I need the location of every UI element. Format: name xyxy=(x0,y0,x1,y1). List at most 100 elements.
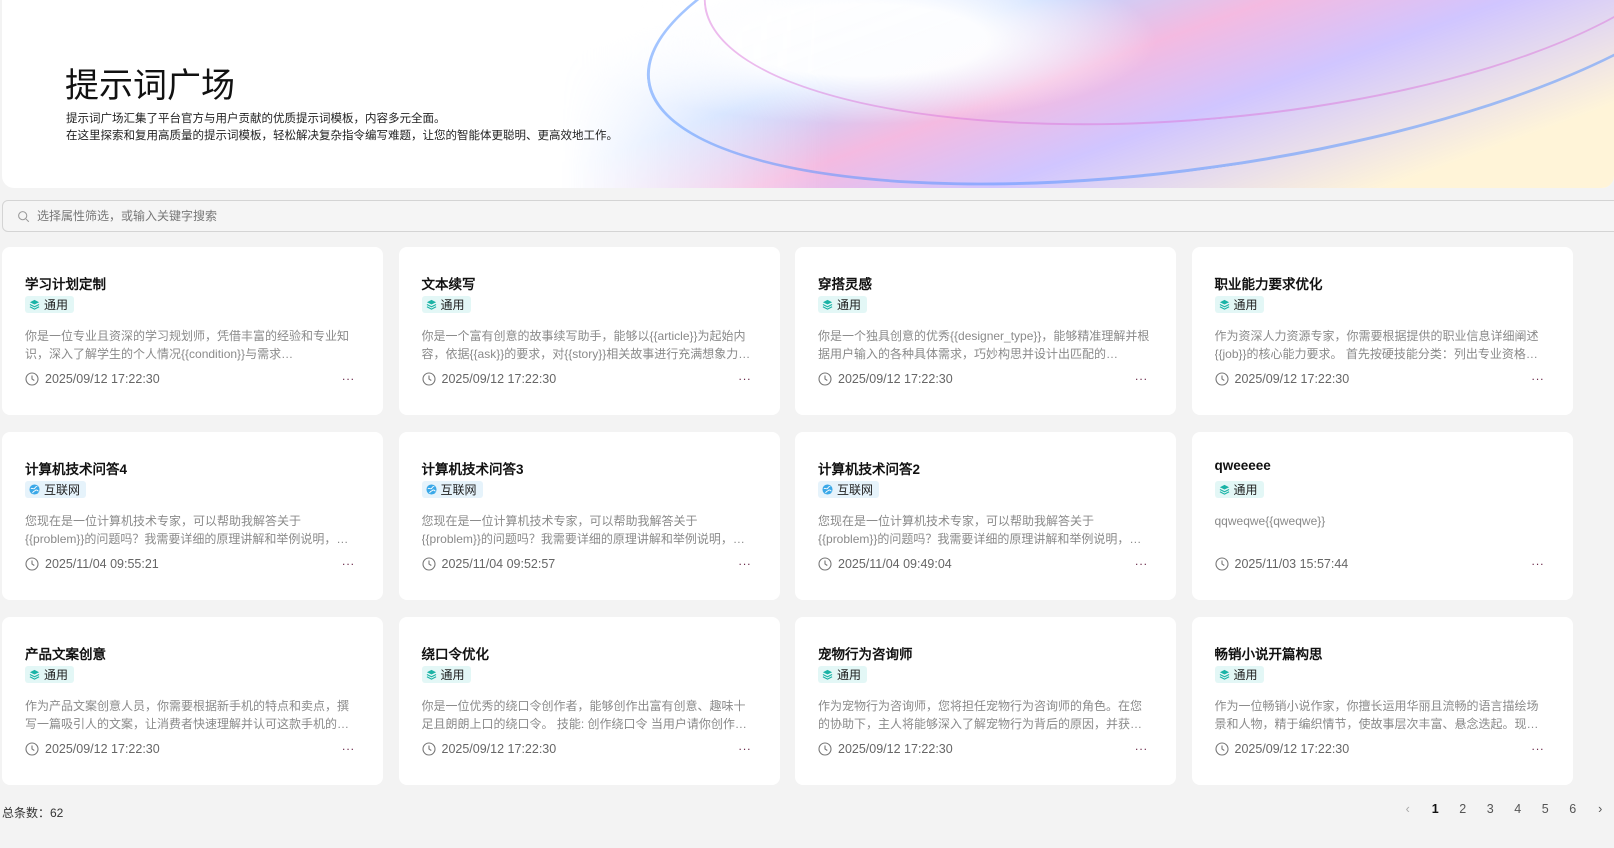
search-input[interactable] xyxy=(37,209,637,223)
timestamp-text: 2025/11/03 15:57:44 xyxy=(1234,557,1349,571)
category-badge: 通用 xyxy=(421,666,471,683)
hero-banner: 提示词广场 提示词广场汇集了平台官方与用户贡献的优质提示词模板，内容多元全面。 … xyxy=(2,0,1614,188)
prev-page-button[interactable]: ‹ xyxy=(1394,802,1422,816)
card-title: 计算机技术问答4 xyxy=(25,462,128,477)
prompt-card-grid: 学习计划定制 通用 你是一位专业且资深的学习规划师，凭借丰富的经验和专业知识，深… xyxy=(2,247,1573,785)
layers-icon xyxy=(29,669,40,680)
more-options-button[interactable]: ... xyxy=(738,739,751,753)
card-description: 作为一位畅销小说作家，你擅长运用华丽且流畅的语言描绘场景和人物，精于编织情节，使… xyxy=(1214,699,1539,731)
category-label: 通用 xyxy=(440,668,465,682)
category-label: 通用 xyxy=(1233,668,1258,682)
card-title: 宠物行为咨询师 xyxy=(818,647,913,662)
category-label: 通用 xyxy=(440,298,465,312)
category-label: 通用 xyxy=(1233,483,1258,497)
page-description: 提示词广场汇集了平台官方与用户贡献的优质提示词模板，内容多元全面。 在这里探索和… xyxy=(66,111,618,145)
layers-icon xyxy=(822,299,833,310)
clock-icon xyxy=(818,372,832,386)
card-title: 穿搭灵感 xyxy=(818,277,872,292)
more-options-button[interactable]: ... xyxy=(1135,554,1148,568)
page-1-button[interactable]: 1 xyxy=(1422,802,1450,816)
clock-icon xyxy=(25,372,39,386)
layers-icon xyxy=(1219,669,1229,680)
page-4-button[interactable]: 4 xyxy=(1504,802,1532,816)
more-options-button[interactable]: ... xyxy=(342,739,355,753)
more-options-button[interactable]: ... xyxy=(1135,739,1148,753)
layers-icon xyxy=(1219,484,1229,495)
card-timestamp: 2025/09/12 17:22:30 xyxy=(1214,742,1350,756)
category-badge: 通用 xyxy=(1214,666,1264,683)
card-timestamp: 2025/09/12 17:22:30 xyxy=(1214,372,1349,386)
card-description: 你是一个富有创意的故事续写助手，能够以{{article}}为起始内容，依据{{… xyxy=(421,329,751,361)
card-description: 您现在是一位计算机技术专家，可以帮助我解答关于{{problem}}的问题吗？我… xyxy=(818,514,1142,546)
layers-icon xyxy=(426,669,436,680)
card-title: 绕口令优化 xyxy=(421,647,490,662)
more-options-button[interactable]: ... xyxy=(342,369,355,383)
page-6-button[interactable]: 6 xyxy=(1559,802,1587,816)
card-description: 你是一位专业且资深的学习规划师，凭借丰富的经验和专业知识，深入了解学生的个人情况… xyxy=(25,329,350,361)
category-label: 通用 xyxy=(1233,298,1258,312)
more-options-button[interactable]: ... xyxy=(1531,739,1544,753)
clock-icon xyxy=(1214,372,1229,386)
prompt-card[interactable]: 计算机技术问答2 互联网 您现在是一位计算机技术专家，可以帮助我解答关于{{pr… xyxy=(795,432,1176,600)
more-options-button[interactable]: ... xyxy=(1135,369,1148,383)
layers-icon xyxy=(426,299,436,310)
clock-icon xyxy=(25,557,39,571)
page-3-button[interactable]: 3 xyxy=(1477,802,1505,816)
card-title: 文本续写 xyxy=(421,277,476,292)
search-bar[interactable] xyxy=(2,200,1614,232)
category-label: 通用 xyxy=(44,298,69,312)
description-line: 在这里探索和复用高质量的提示词模板，轻松解决复杂指令编写难题，让您的智能体更聪明… xyxy=(66,130,618,142)
timestamp-text: 2025/09/12 17:22:30 xyxy=(45,372,160,386)
card-timestamp: 2025/09/12 17:22:30 xyxy=(818,372,953,386)
card-timestamp: 2025/09/12 17:22:30 xyxy=(421,372,556,386)
clock-icon xyxy=(1214,742,1229,756)
card-title: 产品文案创意 xyxy=(25,647,106,662)
total-count: 总条数：62 xyxy=(2,806,64,820)
card-description: qqweqwe{{qweqwe}} xyxy=(1214,514,1326,528)
prompt-card[interactable]: 计算机技术问答3 互联网 您现在是一位计算机技术专家，可以帮助我解答关于{{pr… xyxy=(398,432,780,600)
page-2-button[interactable]: 2 xyxy=(1449,802,1477,816)
timestamp-text: 2025/09/12 17:22:30 xyxy=(838,742,953,756)
next-page-button[interactable]: › xyxy=(1587,802,1614,816)
category-label: 互联网 xyxy=(440,483,477,497)
card-timestamp: 2025/11/04 09:55:21 xyxy=(25,557,159,571)
more-options-button[interactable]: ... xyxy=(738,369,751,383)
category-label: 通用 xyxy=(837,668,862,682)
layers-icon xyxy=(822,669,833,680)
card-title: 畅销小说开篇构思 xyxy=(1214,647,1323,662)
prompt-card[interactable]: 文本续写 通用 你是一个富有创意的故事续写助手，能够以{{article}}为起… xyxy=(398,247,780,415)
more-options-button[interactable]: ... xyxy=(1531,369,1544,383)
card-title: 计算机技术问答2 xyxy=(818,462,921,477)
prompt-card[interactable]: 绕口令优化 通用 你是一位优秀的绕口令创作者，能够创作出富有创意、趣味十足且朗朗… xyxy=(398,617,780,785)
clock-icon xyxy=(421,742,436,756)
prompt-card[interactable]: 畅销小说开篇构思 通用 作为一位畅销小说作家，你擅长运用华丽且流畅的语言描绘场景… xyxy=(1191,617,1573,785)
card-title: 学习计划定制 xyxy=(25,277,106,292)
prompt-card[interactable]: 职业能力要求优化 通用 作为资深人力资源专家，你需要根据提供的职业信息详细阐述{… xyxy=(1191,247,1573,415)
layers-icon xyxy=(1219,299,1229,310)
prompt-card[interactable]: 穿搭灵感 通用 你是一个独具创意的优秀{{designer_type}}，能够精… xyxy=(795,247,1176,415)
globe-icon xyxy=(822,484,833,495)
prompt-card[interactable]: 产品文案创意 通用 作为产品文案创意人员，你需要根据新手机的特点和卖点，撰写一篇… xyxy=(2,617,383,785)
clock-icon xyxy=(25,742,39,756)
prompt-card[interactable]: 学习计划定制 通用 你是一位专业且资深的学习规划师，凭借丰富的经验和专业知识，深… xyxy=(2,247,383,415)
page-title: 提示词广场 xyxy=(65,67,235,105)
layers-icon xyxy=(29,299,40,310)
card-title: qweeeee xyxy=(1214,458,1271,473)
card-timestamp: 2025/09/12 17:22:30 xyxy=(818,742,953,756)
card-description: 您现在是一位计算机技术专家，可以帮助我解答关于{{problem}}的问题吗？我… xyxy=(25,514,349,546)
category-badge: 通用 xyxy=(25,666,75,683)
timestamp-text: 2025/11/04 09:49:04 xyxy=(838,557,952,571)
timestamp-text: 2025/09/12 17:22:30 xyxy=(441,742,557,756)
more-options-button[interactable]: ... xyxy=(738,554,751,568)
prompt-card[interactable]: 宠物行为咨询师 通用 作为宠物行为咨询师，您将担任宠物行为咨询师的角色。在您的协… xyxy=(795,617,1176,785)
timestamp-text: 2025/09/12 17:22:30 xyxy=(45,742,160,756)
clock-icon xyxy=(421,557,436,571)
card-timestamp: 2025/11/04 09:49:04 xyxy=(818,557,952,571)
category-label: 互联网 xyxy=(837,483,874,497)
more-options-button[interactable]: ... xyxy=(342,554,355,568)
more-options-button[interactable]: ... xyxy=(1531,554,1544,568)
prompt-card[interactable]: qweeeee 通用 qqweqwe{{qweqwe}} 2025/11/03 … xyxy=(1191,432,1573,600)
timestamp-text: 2025/09/12 17:22:30 xyxy=(1234,742,1350,756)
page-5-button[interactable]: 5 xyxy=(1532,802,1560,816)
prompt-card[interactable]: 计算机技术问答4 互联网 您现在是一位计算机技术专家，可以帮助我解答关于{{pr… xyxy=(2,432,383,600)
